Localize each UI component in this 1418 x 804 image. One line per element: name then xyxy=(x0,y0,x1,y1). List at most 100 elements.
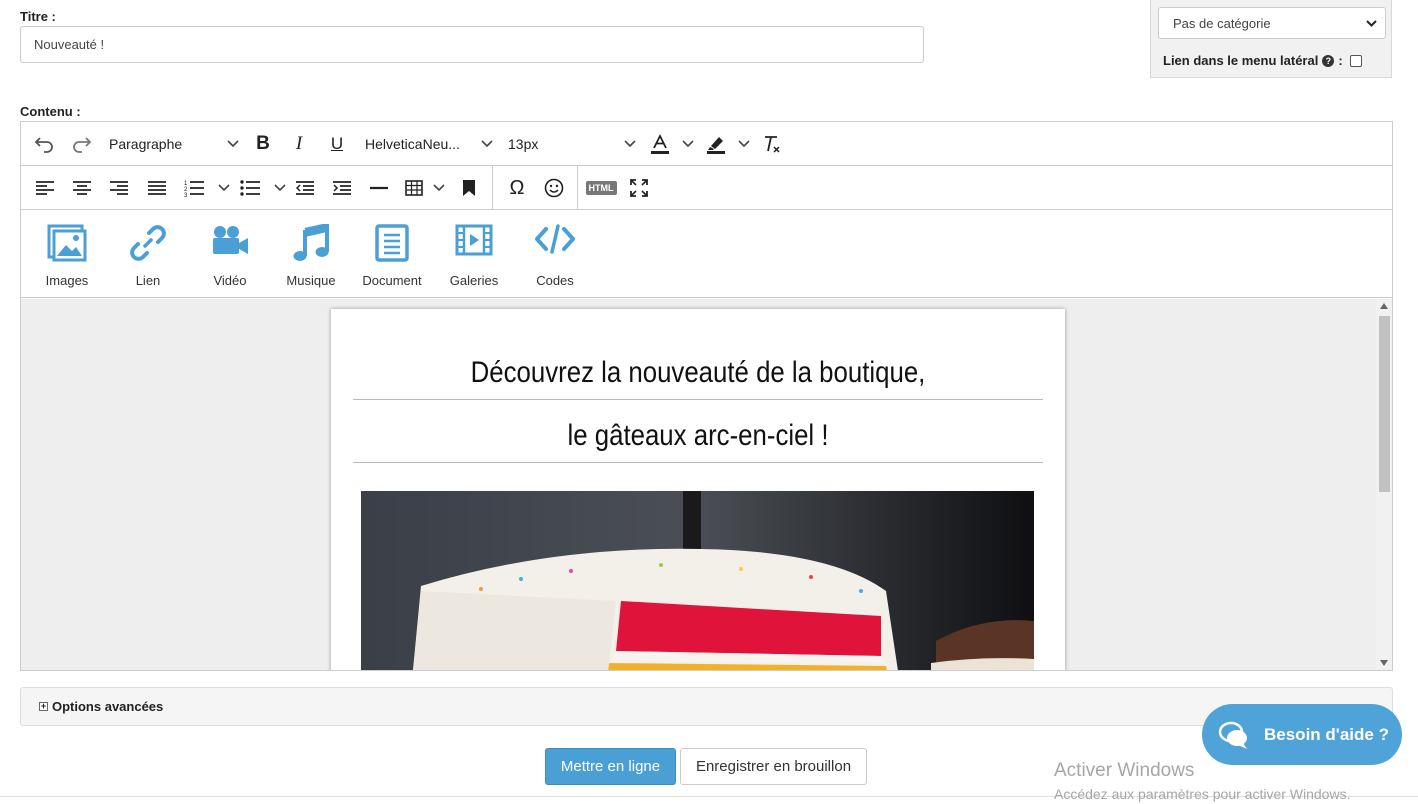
advanced-options-label: Options avancées xyxy=(52,699,164,714)
editor-toolbar-row-1: Paragraphe B I U HelveticaNeu... 13px xyxy=(21,122,1392,166)
font-size-dropdown[interactable]: 13px xyxy=(508,122,636,166)
bold-icon[interactable]: B xyxy=(253,122,273,166)
side-menu-colon: : xyxy=(1338,53,1343,68)
editor-scrollbar[interactable] xyxy=(1376,299,1392,670)
document-icon xyxy=(375,224,409,262)
align-right-icon[interactable] xyxy=(109,166,129,210)
chevron-down-icon xyxy=(1366,19,1377,27)
music-note-icon xyxy=(293,224,329,261)
undo-icon[interactable] xyxy=(33,122,55,166)
chevron-down-icon xyxy=(481,140,493,148)
heading-divider xyxy=(353,399,1043,400)
question-icon[interactable]: ? xyxy=(1322,54,1335,67)
fullscreen-icon[interactable] xyxy=(628,166,650,210)
media-music-label: Musique xyxy=(286,273,336,288)
category-select[interactable]: Pas de catégorie xyxy=(1158,7,1386,39)
chevron-down-icon xyxy=(738,140,750,148)
content-label: Contenu : xyxy=(20,104,81,119)
images-icon xyxy=(47,224,87,262)
svg-text:3: 3 xyxy=(184,193,188,197)
indent-icon[interactable] xyxy=(332,166,352,210)
horizontal-rule-icon[interactable] xyxy=(369,166,389,210)
document-heading-line-2: le gâteaux arc-en-ciel ! xyxy=(567,419,829,452)
advanced-options-panel[interactable]: + Options avancées xyxy=(20,687,1393,726)
media-galleries-button[interactable]: Galeries xyxy=(433,210,515,298)
block-format-value: Paragraphe xyxy=(109,136,183,152)
title-label: Titre : xyxy=(20,9,56,24)
media-video-button[interactable]: Vidéo xyxy=(189,210,271,298)
numbered-list-icon: 123 xyxy=(184,181,204,197)
table-button[interactable] xyxy=(405,166,445,210)
help-chat-button[interactable]: Besoin d'aide ? xyxy=(1202,704,1402,765)
font-family-value: HelveticaNeu... xyxy=(365,136,460,152)
chevron-down-icon xyxy=(274,184,286,192)
media-link-label: Lien xyxy=(135,273,161,288)
underline-icon[interactable]: U xyxy=(327,122,347,166)
heading-divider xyxy=(353,462,1043,463)
windows-activation-subtitle: Accédez aux paramètres pour activer Wind… xyxy=(1054,786,1351,802)
media-video-label: Vidéo xyxy=(213,273,247,288)
code-icon xyxy=(535,224,575,254)
toolbar-divider xyxy=(492,166,493,210)
html-source-button[interactable]: HTML xyxy=(584,166,618,210)
link-icon xyxy=(130,225,166,261)
media-codes-label: Codes xyxy=(536,273,574,288)
chat-bubbles-icon xyxy=(1218,721,1247,749)
chevron-down-icon xyxy=(227,140,239,148)
align-center-icon[interactable] xyxy=(72,166,92,210)
bookmark-icon[interactable] xyxy=(461,166,477,210)
media-document-label: Document xyxy=(362,273,422,288)
align-left-icon[interactable] xyxy=(35,166,55,210)
scroll-down-icon[interactable] xyxy=(1380,660,1388,666)
save-draft-button[interactable]: Enregistrer en brouillon xyxy=(680,748,867,785)
chevron-down-icon xyxy=(624,140,636,148)
rich-text-editor: Paragraphe B I U HelveticaNeu... 13px 1 … xyxy=(20,121,1393,671)
chevron-down-icon xyxy=(433,184,445,192)
bullet-list-icon xyxy=(240,180,260,196)
clear-formatting-icon[interactable] xyxy=(761,122,781,166)
media-images-button[interactable]: Images xyxy=(26,210,108,298)
cake-photo[interactable] xyxy=(361,491,1034,670)
numbered-list-button[interactable]: 123 xyxy=(184,166,230,210)
redo-icon[interactable] xyxy=(71,122,93,166)
side-menu-label: Lien dans le menu latéral xyxy=(1163,53,1319,68)
media-document-button[interactable]: Document xyxy=(351,210,433,298)
document-heading-line-1: Découvrez la nouveauté de la boutique, xyxy=(470,356,926,389)
title-input[interactable] xyxy=(20,26,924,63)
outdent-icon[interactable] xyxy=(295,166,315,210)
toolbar-divider xyxy=(577,166,578,210)
media-galleries-label: Galeries xyxy=(449,273,499,288)
highlighter-icon xyxy=(707,137,725,154)
editor-content-area[interactable]: Découvrez la nouveauté de la boutique, l… xyxy=(21,299,1392,670)
publish-button[interactable]: Mettre en ligne xyxy=(545,748,676,785)
scrollbar-thumb[interactable] xyxy=(1379,316,1390,492)
block-format-dropdown[interactable]: Paragraphe xyxy=(109,122,239,166)
gallery-film-icon xyxy=(455,224,493,256)
emoji-icon[interactable] xyxy=(543,166,565,210)
windows-activation-title: Activer Windows xyxy=(1054,760,1195,781)
italic-icon[interactable]: I xyxy=(291,122,307,166)
scroll-up-icon[interactable] xyxy=(1380,303,1388,309)
chevron-down-icon xyxy=(682,140,694,148)
media-link-button[interactable]: Lien xyxy=(107,210,189,298)
side-menu-option: Lien dans le menu latéral ? : xyxy=(1163,53,1362,68)
chevron-down-icon xyxy=(218,184,230,192)
text-color-icon xyxy=(651,133,669,154)
highlight-color-button[interactable] xyxy=(705,122,750,166)
category-select-value: Pas de catégorie xyxy=(1173,15,1271,31)
help-label: Besoin d'aide ? xyxy=(1264,724,1389,744)
special-character-icon[interactable]: Ω xyxy=(506,166,528,210)
font-family-dropdown[interactable]: HelveticaNeu... xyxy=(365,122,493,166)
media-insert-bar: Images Lien Vidéo Musique Document Galer… xyxy=(21,210,1392,298)
media-codes-button[interactable]: Codes xyxy=(514,210,596,298)
table-icon xyxy=(405,180,423,196)
expand-plus-icon[interactable]: + xyxy=(39,702,48,711)
side-menu-checkbox[interactable] xyxy=(1349,54,1362,67)
html-icon: HTML xyxy=(585,181,617,195)
align-justify-icon[interactable] xyxy=(147,166,167,210)
font-size-value: 13px xyxy=(508,136,539,152)
text-color-button[interactable] xyxy=(649,122,694,166)
media-music-button[interactable]: Musique xyxy=(270,210,352,298)
bullet-list-button[interactable] xyxy=(240,166,286,210)
document-page[interactable]: Découvrez la nouveauté de la boutique, l… xyxy=(331,309,1065,670)
